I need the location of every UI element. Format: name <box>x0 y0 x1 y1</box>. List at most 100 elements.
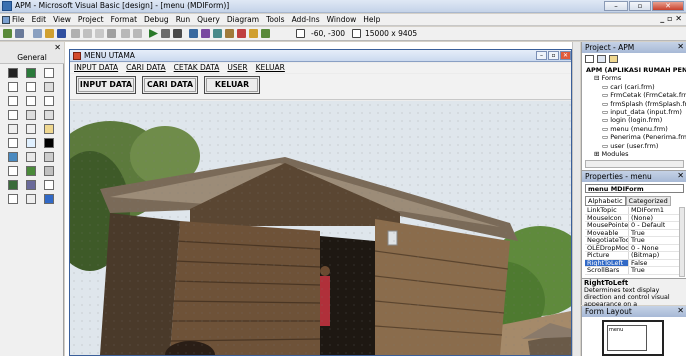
property-value[interactable]: False <box>629 260 647 267</box>
tab-categorized[interactable]: Categorized <box>625 196 671 206</box>
tree-form-item[interactable]: ▭ cari (cari.frm) <box>586 83 686 91</box>
toolbox-close-icon[interactable]: ✕ <box>54 43 61 52</box>
restore-button[interactable]: ▫ <box>629 1 651 11</box>
frame-tool-icon[interactable] <box>26 82 36 92</box>
tree-forms-folder[interactable]: ⊟ Forms <box>586 74 686 82</box>
mdi-maximize-button[interactable]: ▫ <box>548 51 559 60</box>
property-row[interactable]: Picture (Bitmap) <box>585 252 679 260</box>
combobox-tool-icon[interactable] <box>44 96 54 106</box>
open-project-icon[interactable] <box>45 29 54 38</box>
menu-view[interactable]: View <box>53 15 71 24</box>
treeview-tool-icon[interactable] <box>8 180 18 190</box>
close-button[interactable]: ✕ <box>652 1 684 11</box>
dirlist-tool-icon[interactable] <box>44 124 54 134</box>
undo-icon[interactable] <box>121 29 130 38</box>
menu-addins[interactable]: Add-Ins <box>292 15 320 24</box>
listbox-tool-icon[interactable] <box>8 110 18 120</box>
minimize-button[interactable]: – <box>604 1 628 11</box>
property-row[interactable]: LinkTopic MDIForm1 <box>585 207 679 215</box>
property-row[interactable]: ScrollBars True <box>585 267 679 275</box>
drivelist-tool-icon[interactable] <box>26 124 36 134</box>
imagelist-tool-icon[interactable] <box>44 180 54 190</box>
image-tool-icon[interactable] <box>8 152 18 162</box>
property-value[interactable]: True <box>629 237 645 244</box>
property-row[interactable]: Moveable True <box>585 229 679 237</box>
adodc-tool-icon[interactable] <box>44 166 54 176</box>
designer-vertical-scrollbar[interactable] <box>572 42 580 356</box>
view-object-icon[interactable] <box>597 55 606 63</box>
copy-icon[interactable] <box>83 29 92 38</box>
tree-form-item[interactable]: ▭ menu (menu.frm) <box>586 125 686 133</box>
chart-tool-icon[interactable] <box>26 166 36 176</box>
menu-edit[interactable]: Edit <box>32 15 47 24</box>
hscrollbar-tool-icon[interactable] <box>26 110 36 120</box>
menu-file[interactable]: File <box>12 15 25 24</box>
property-row[interactable]: NegotiateToolbarsTrue <box>585 237 679 245</box>
mdi-menu-user[interactable]: USER <box>227 63 247 72</box>
component-manager-icon[interactable] <box>261 29 270 38</box>
commandbutton-tool-icon[interactable] <box>44 82 54 92</box>
paste-icon[interactable] <box>95 29 104 38</box>
data-tool-icon[interactable] <box>26 152 36 162</box>
tree-form-item[interactable]: ▭ input_data (input.frm) <box>586 108 686 116</box>
checkbox-tool-icon[interactable] <box>8 96 18 106</box>
property-value[interactable]: True <box>629 267 645 274</box>
menu-format[interactable]: Format <box>111 15 137 24</box>
mdi-menu-cetak-data[interactable]: CETAK DATA <box>174 63 220 72</box>
project-explorer-icon[interactable] <box>189 29 198 38</box>
mdi-menu-input-data[interactable]: INPUT DATA <box>74 63 118 72</box>
add-form-icon[interactable] <box>15 29 24 38</box>
object-selector[interactable]: menu MDIForm <box>585 184 684 193</box>
save-project-icon[interactable] <box>57 29 66 38</box>
properties-close-icon[interactable]: ✕ <box>677 171 684 180</box>
property-value[interactable]: 0 - None <box>629 245 659 252</box>
ole-tool-icon[interactable] <box>44 152 54 162</box>
mdi-close-button[interactable]: ✕ <box>560 51 571 60</box>
properties-scrollbar[interactable] <box>679 207 685 277</box>
progressbar-tool-icon[interactable] <box>44 194 54 204</box>
form-layout-close-icon[interactable]: ✕ <box>677 306 684 315</box>
tree-form-item[interactable]: ▭ login (login.frm) <box>586 116 686 124</box>
redo-icon[interactable] <box>133 29 142 38</box>
tree-form-item[interactable]: ▭ user (user.frm) <box>586 142 686 150</box>
menu-tools[interactable]: Tools <box>266 15 284 24</box>
filelist-tool-icon[interactable] <box>8 138 18 148</box>
vscrollbar-tool-icon[interactable] <box>44 110 54 120</box>
property-row[interactable]: OLEDropMode 0 - None <box>585 244 679 252</box>
timer-tool-icon[interactable] <box>8 124 18 134</box>
mdi-child-controls[interactable]: _ ▫ ✕ <box>660 14 682 23</box>
input-data-button[interactable]: INPUT DATA <box>76 76 136 94</box>
toggle-folders-icon[interactable] <box>609 55 618 63</box>
break-icon[interactable] <box>161 29 170 38</box>
cut-icon[interactable] <box>71 29 80 38</box>
tree-modules-folder[interactable]: ⊞ Modules <box>586 150 686 158</box>
view-code-icon[interactable] <box>585 55 594 63</box>
mdi-minimize-button[interactable]: – <box>536 51 547 60</box>
mdi-menu-keluar[interactable]: KELUAR <box>256 63 285 72</box>
data-view-icon[interactable] <box>249 29 258 38</box>
tree-form-item[interactable]: ▭ frmSplash (frmSplash.frm) <box>586 100 686 108</box>
tree-form-item[interactable]: ▭ Penerima (Penerima.frm) <box>586 133 686 141</box>
property-value[interactable]: (None) <box>629 215 653 222</box>
tree-form-item[interactable]: ▭ FrmCetak (FrmCetak.frm) <box>586 91 686 99</box>
grid-tool-icon[interactable] <box>8 166 18 176</box>
mdi-form-window[interactable]: MENU UTAMA – ▫ ✕ INPUT DATA CARI DATA CETA… <box>69 49 572 356</box>
add-project-icon[interactable] <box>3 29 12 38</box>
menu-help[interactable]: Help <box>363 15 380 24</box>
start-icon[interactable] <box>149 29 158 38</box>
toolbox-icon[interactable] <box>237 29 246 38</box>
menu-query[interactable]: Query <box>197 15 220 24</box>
listview-tool-icon[interactable] <box>26 180 36 190</box>
property-value[interactable]: MDIForm1 <box>629 207 664 214</box>
property-row[interactable]: MousePointer 0 - Default <box>585 222 679 230</box>
find-icon[interactable] <box>107 29 116 38</box>
label-tool-icon[interactable] <box>44 68 54 78</box>
project-hscrollbar[interactable] <box>585 160 684 168</box>
mdi-menu-cari-data[interactable]: CARI DATA <box>126 63 166 72</box>
cari-data-button[interactable]: CARI DATA <box>142 76 198 94</box>
menu-diagram[interactable]: Diagram <box>227 15 259 24</box>
picturebox-tool-icon[interactable] <box>26 68 36 78</box>
property-row[interactable]: MouseIcon (None) <box>585 214 679 222</box>
property-value[interactable]: (Bitmap) <box>629 252 659 259</box>
menu-run[interactable]: Run <box>176 15 190 24</box>
